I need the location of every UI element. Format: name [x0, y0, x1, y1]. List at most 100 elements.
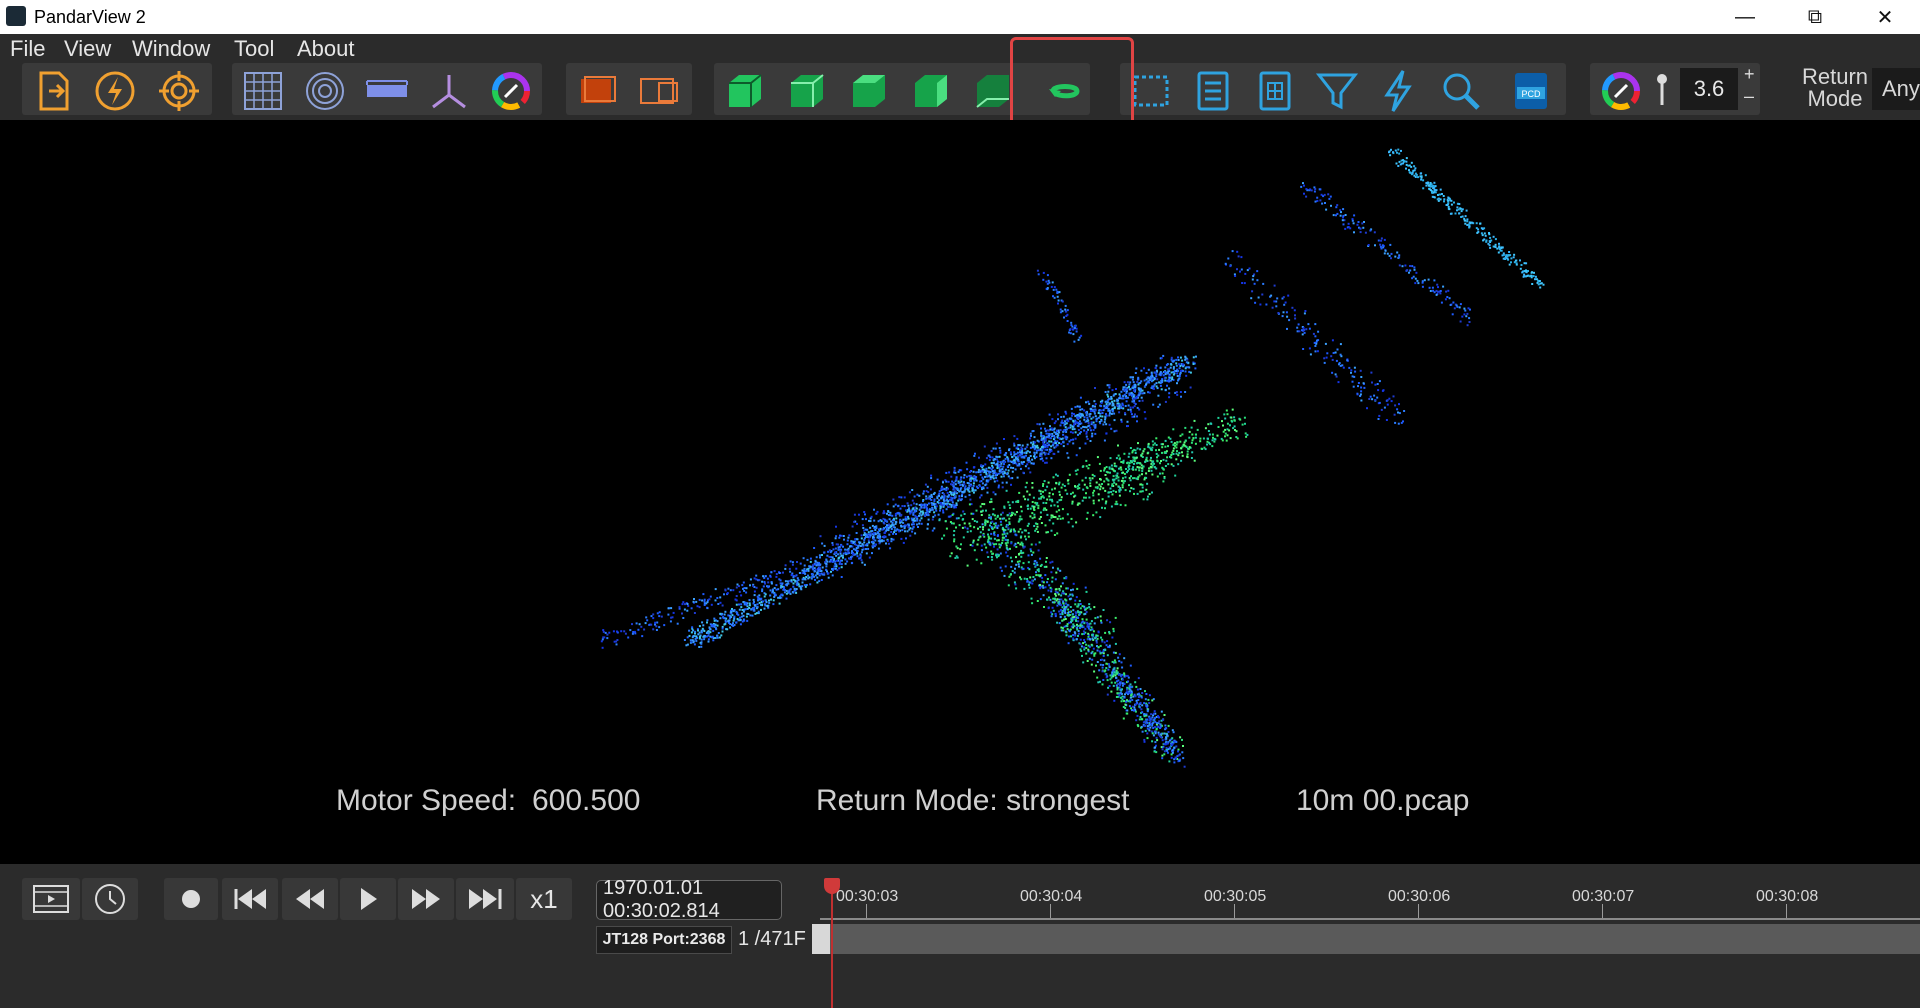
timeline-track[interactable] — [820, 924, 1920, 954]
search-icon — [1443, 73, 1480, 110]
history-button[interactable] — [82, 878, 138, 920]
color-wheel-button[interactable] — [480, 66, 542, 116]
skip-start-icon — [234, 889, 266, 909]
playback-speed-button[interactable]: x1 — [516, 878, 572, 920]
axes-icon — [432, 75, 466, 109]
open-file-icon — [39, 71, 69, 111]
menu-view[interactable]: View — [64, 36, 111, 62]
list-document-icon — [1197, 71, 1229, 111]
point-cloud-viewport[interactable]: Motor Speed: 600.500 Return Mode: strong… — [0, 120, 1920, 864]
timeline-tick-label: 00:30:08 — [1756, 888, 1819, 905]
skip-end-icon — [469, 889, 502, 909]
file-name-label: 10m 00.pcap — [1296, 784, 1470, 817]
view-3d-button[interactable] — [714, 66, 776, 116]
cube-front-icon — [791, 74, 824, 107]
restore-button[interactable]: ⧉ — [1780, 0, 1850, 34]
cube-icon — [729, 74, 762, 107]
record-icon — [182, 890, 200, 908]
video-mode-button[interactable] — [22, 878, 80, 920]
fast-mode-button[interactable] — [1368, 66, 1430, 116]
point-size-increase-button[interactable]: + — [1744, 64, 1755, 85]
export-pcd-button[interactable]: PCD — [1500, 66, 1562, 116]
playback-panel: x1 1970.01.01 00:30:02.814 JT128 Port:23… — [0, 864, 1920, 1008]
timeline-tick — [1602, 904, 1603, 918]
motor-speed-label: Motor Speed: — [336, 784, 517, 817]
app-title: PandarView 2 — [34, 7, 146, 27]
minimize-button[interactable]: — — [1710, 0, 1780, 34]
playback-speed-label: x1 — [530, 883, 558, 914]
timeline-tick — [1418, 904, 1419, 918]
fast-forward-icon — [412, 889, 440, 909]
connect-sensor-button[interactable] — [84, 66, 146, 116]
app-logo-icon — [6, 6, 26, 26]
menu-file[interactable]: File — [10, 36, 45, 62]
timeline-tick-label: 00:30:03 — [836, 888, 899, 905]
skip-to-start-button[interactable] — [222, 878, 278, 920]
timeline-thumb[interactable] — [812, 924, 830, 954]
skip-to-end-button[interactable] — [456, 878, 514, 920]
toolbar: PCD 3.6 + – Return Mode Any — [0, 62, 1920, 120]
timeline-tick — [1234, 904, 1235, 918]
svg-text:PCD: PCD — [1521, 89, 1541, 99]
timeline-tick-label: 00:30:06 — [1388, 888, 1451, 905]
clock-icon — [95, 884, 125, 914]
view-side-button[interactable] — [900, 66, 962, 116]
play-button[interactable] — [340, 878, 396, 920]
open-file-button[interactable] — [22, 66, 84, 116]
filter-button[interactable] — [1306, 66, 1368, 116]
target-button[interactable] — [148, 66, 210, 116]
return-mode-select[interactable]: Any — [1872, 68, 1920, 110]
fast-forward-button[interactable] — [398, 878, 454, 920]
point-size-icon — [1657, 74, 1667, 105]
lightning-icon — [1384, 70, 1412, 112]
axes-button[interactable] — [418, 66, 480, 116]
split-windows-icon — [640, 78, 678, 104]
menu-tool[interactable]: Tool — [234, 36, 274, 62]
timeline-tick-label: 00:30:05 — [1204, 888, 1267, 905]
return-mode-label-line-2: Mode — [1807, 86, 1863, 111]
ruler-button[interactable] — [356, 66, 418, 116]
play-icon — [361, 888, 377, 910]
search-button[interactable] — [1430, 66, 1492, 116]
view-front-button[interactable] — [776, 66, 838, 116]
point-cloud-canvas — [600, 148, 1545, 768]
point-size-decrease-button[interactable]: – — [1744, 86, 1754, 107]
menu-about[interactable]: About — [297, 36, 355, 62]
close-button[interactable]: ✕ — [1850, 0, 1920, 34]
rewind-icon — [296, 889, 324, 909]
stacked-windows-icon — [581, 76, 616, 103]
device-port-label[interactable]: JT128 Port:2368 — [596, 926, 732, 954]
frame-counter: 1 /471F — [738, 928, 806, 950]
rewind-button[interactable] — [282, 878, 338, 920]
menu-window[interactable]: Window — [132, 36, 210, 62]
timeline-tick — [1050, 904, 1051, 918]
record-button[interactable] — [164, 878, 218, 920]
point-list-button[interactable] — [1182, 66, 1244, 116]
layout-single-button[interactable] — [566, 66, 628, 116]
menu-bar: File View Window Tool About — [0, 34, 1920, 62]
cube-side-icon — [915, 75, 947, 107]
table-document-icon — [1259, 71, 1291, 111]
timeline-tick — [866, 904, 867, 918]
timeline-tick-label: 00:30:04 — [1020, 888, 1083, 905]
title-bar: PandarView 2 — ⧉ ✕ — [0, 0, 1920, 34]
dashed-box-icon — [1133, 75, 1169, 107]
lightning-circle-icon — [95, 71, 135, 111]
color-wheel-icon — [492, 72, 530, 110]
cube-top-icon — [853, 75, 885, 107]
playhead-line — [831, 886, 833, 1008]
layout-split-button[interactable] — [628, 66, 690, 116]
concentric-circles-icon — [306, 72, 344, 110]
film-icon — [33, 885, 69, 913]
polar-grid-button[interactable] — [294, 66, 356, 116]
motor-speed-value: 600.500 — [532, 784, 641, 817]
grid-button[interactable] — [232, 66, 294, 116]
return-mode-label-line-1: Return — [1801, 64, 1869, 89]
table-view-button[interactable] — [1244, 66, 1306, 116]
view-top-button[interactable] — [838, 66, 900, 116]
timeline-baseline — [820, 918, 1920, 920]
return-mode-label: Return Mode — [1800, 66, 1870, 110]
point-size-field[interactable]: 3.6 — [1680, 68, 1738, 110]
playhead-marker[interactable] — [824, 878, 840, 894]
crosshair-icon — [159, 71, 199, 111]
